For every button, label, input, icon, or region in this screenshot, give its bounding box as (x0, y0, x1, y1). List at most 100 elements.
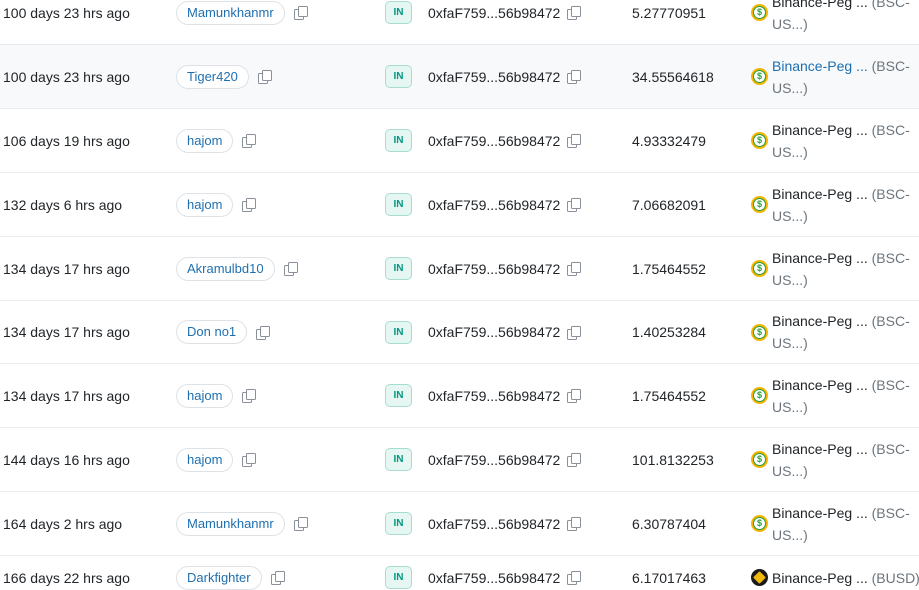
copy-icon[interactable] (567, 453, 582, 467)
copy-icon[interactable] (567, 325, 582, 340)
busd-dollar-icon: $ (751, 196, 768, 213)
from-address-link[interactable]: Akramulbd10 (176, 256, 275, 281)
to-address: 0xfaF759...56b98472 (428, 324, 561, 340)
copy-icon[interactable] (567, 6, 582, 20)
token-name-link[interactable]: Binance-Peg ... (772, 313, 868, 329)
from-address-link[interactable]: Darkfighter (176, 565, 262, 590)
busd-dollar-icon: $ (751, 4, 768, 21)
direction-in-badge: IN (385, 384, 412, 407)
age-cell: 134 days 17 hrs ago (3, 260, 130, 277)
age-cell: 134 days 17 hrs ago (3, 324, 130, 340)
amount-cell: 34.55564618 (632, 68, 714, 85)
token-name-link[interactable]: Binance-Peg ... (772, 570, 868, 586)
from-address-link[interactable]: hajom (176, 128, 234, 153)
copy-icon[interactable] (567, 571, 582, 585)
amount-cell: 7.06682091 (632, 196, 706, 213)
copy-icon[interactable] (567, 134, 582, 148)
from-address-link[interactable]: Mamunkhanmr (176, 0, 285, 25)
age-cell: 166 days 22 hrs ago (3, 569, 130, 586)
token-cell[interactable]: $ Binance-Peg ... (BSC- US...) (751, 173, 919, 236)
to-address: 0xfaF759...56b98472 (428, 569, 561, 586)
amount-cell: 1.40253284 (632, 324, 706, 340)
copy-icon[interactable] (567, 262, 582, 276)
busd-dollar-icon: $ (751, 260, 768, 277)
to-address: 0xfaF759...56b98472 (428, 387, 561, 404)
from-address-link[interactable]: hajom (176, 192, 234, 217)
amount-cell: 1.75464552 (632, 387, 706, 404)
token-name-link[interactable]: Binance-Peg ... (772, 122, 868, 138)
from-address-link[interactable]: Don no1 (176, 320, 248, 344)
table-row: 166 days 22 hrs ago Darkfighter IN 0xfaF… (0, 556, 919, 590)
age-cell: 106 days 19 hrs ago (3, 132, 130, 149)
token-cell[interactable]: $ Binance-Peg ... (BSC- US...) (751, 45, 919, 108)
direction-in-badge: IN (385, 566, 412, 589)
copy-icon[interactable] (567, 198, 582, 212)
direction-in-badge: IN (385, 448, 412, 471)
token-cell[interactable]: $ Binance-Peg ... (BSC- US...) (751, 301, 919, 363)
token-name-link[interactable]: Binance-Peg ... (772, 0, 868, 10)
busd-dollar-icon: $ (751, 451, 768, 468)
to-address: 0xfaF759...56b98472 (428, 196, 561, 213)
from-address-link[interactable]: Tiger420 (176, 64, 249, 89)
age-cell: 132 days 6 hrs ago (3, 196, 123, 213)
to-address: 0xfaF759...56b98472 (428, 68, 561, 85)
to-address: 0xfaF759...56b98472 (428, 515, 561, 532)
token-cell[interactable]: $ Binance-Peg ... (BSC- US...) (751, 428, 919, 491)
copy-icon[interactable] (283, 262, 298, 276)
table-row: 134 days 17 hrs ago hajom IN 0xfaF759...… (0, 364, 919, 428)
table-row: 132 days 6 hrs ago hajom IN 0xfaF759...5… (0, 173, 919, 237)
age-cell: 134 days 17 hrs ago (3, 387, 130, 404)
age-cell: 144 days 16 hrs ago (3, 451, 130, 468)
copy-icon[interactable] (242, 389, 257, 403)
copy-icon[interactable] (293, 6, 308, 20)
direction-in-badge: IN (385, 129, 412, 152)
table-row: 164 days 2 hrs ago Mamunkhanmr IN 0xfaF7… (0, 492, 919, 556)
amount-cell: 4.93332479 (632, 132, 706, 149)
copy-icon[interactable] (567, 517, 582, 531)
copy-icon[interactable] (242, 198, 257, 212)
direction-in-badge: IN (385, 193, 412, 216)
to-address: 0xfaF759...56b98472 (428, 451, 561, 468)
token-cell[interactable]: $ Binance-Peg ... (BSC- US...) (751, 364, 919, 427)
to-address: 0xfaF759...56b98472 (428, 260, 561, 277)
table-row: 100 days 23 hrs ago Tiger420 IN 0xfaF759… (0, 45, 919, 109)
copy-icon[interactable] (567, 389, 582, 403)
copy-icon[interactable] (567, 70, 582, 84)
amount-cell: 6.30787404 (632, 515, 706, 532)
table-row: 106 days 19 hrs ago hajom IN 0xfaF759...… (0, 109, 919, 173)
table-row: 134 days 17 hrs ago Don no1 IN 0xfaF759.… (0, 301, 919, 364)
copy-icon[interactable] (242, 134, 257, 148)
token-name-link[interactable]: Binance-Peg ... (772, 505, 868, 521)
amount-cell: 101.8132253 (632, 451, 714, 468)
from-address-link[interactable]: hajom (176, 447, 234, 472)
copy-icon[interactable] (293, 517, 308, 531)
busd-dollar-icon: $ (751, 323, 768, 341)
age-cell: 100 days 23 hrs ago (3, 68, 130, 85)
direction-in-badge: IN (385, 257, 412, 280)
age-cell: 100 days 23 hrs ago (3, 4, 130, 21)
token-cell[interactable]: $ Binance-Peg ... (BSC- US...) (751, 0, 919, 44)
token-cell[interactable]: $ Binance-Peg ... (BSC- US...) (751, 109, 919, 172)
token-cell[interactable]: Binance-Peg ... (BUSD) (751, 556, 919, 590)
table-row: 134 days 17 hrs ago Akramulbd10 IN 0xfaF… (0, 237, 919, 301)
direction-in-badge: IN (385, 320, 412, 344)
from-address-link[interactable]: hajom (176, 383, 234, 408)
from-address-link[interactable]: Mamunkhanmr (176, 511, 285, 536)
token-name-link[interactable]: Binance-Peg ... (772, 58, 868, 74)
direction-in-badge: IN (385, 65, 412, 88)
copy-icon[interactable] (242, 453, 257, 467)
bnb-token-icon (751, 569, 768, 586)
busd-dollar-icon: $ (751, 132, 768, 149)
token-cell[interactable]: $ Binance-Peg ... (BSC- US...) (751, 492, 919, 555)
amount-cell: 6.17017463 (632, 569, 706, 586)
amount-cell: 1.75464552 (632, 260, 706, 277)
copy-icon[interactable] (257, 70, 272, 84)
copy-icon[interactable] (270, 571, 285, 585)
token-name-link[interactable]: Binance-Peg ... (772, 377, 868, 393)
token-name-link[interactable]: Binance-Peg ... (772, 250, 868, 266)
token-name-link[interactable]: Binance-Peg ... (772, 186, 868, 202)
copy-icon[interactable] (256, 325, 271, 340)
token-cell[interactable]: $ Binance-Peg ... (BSC- US...) (751, 237, 919, 300)
direction-in-badge: IN (385, 1, 412, 24)
token-name-link[interactable]: Binance-Peg ... (772, 441, 868, 457)
